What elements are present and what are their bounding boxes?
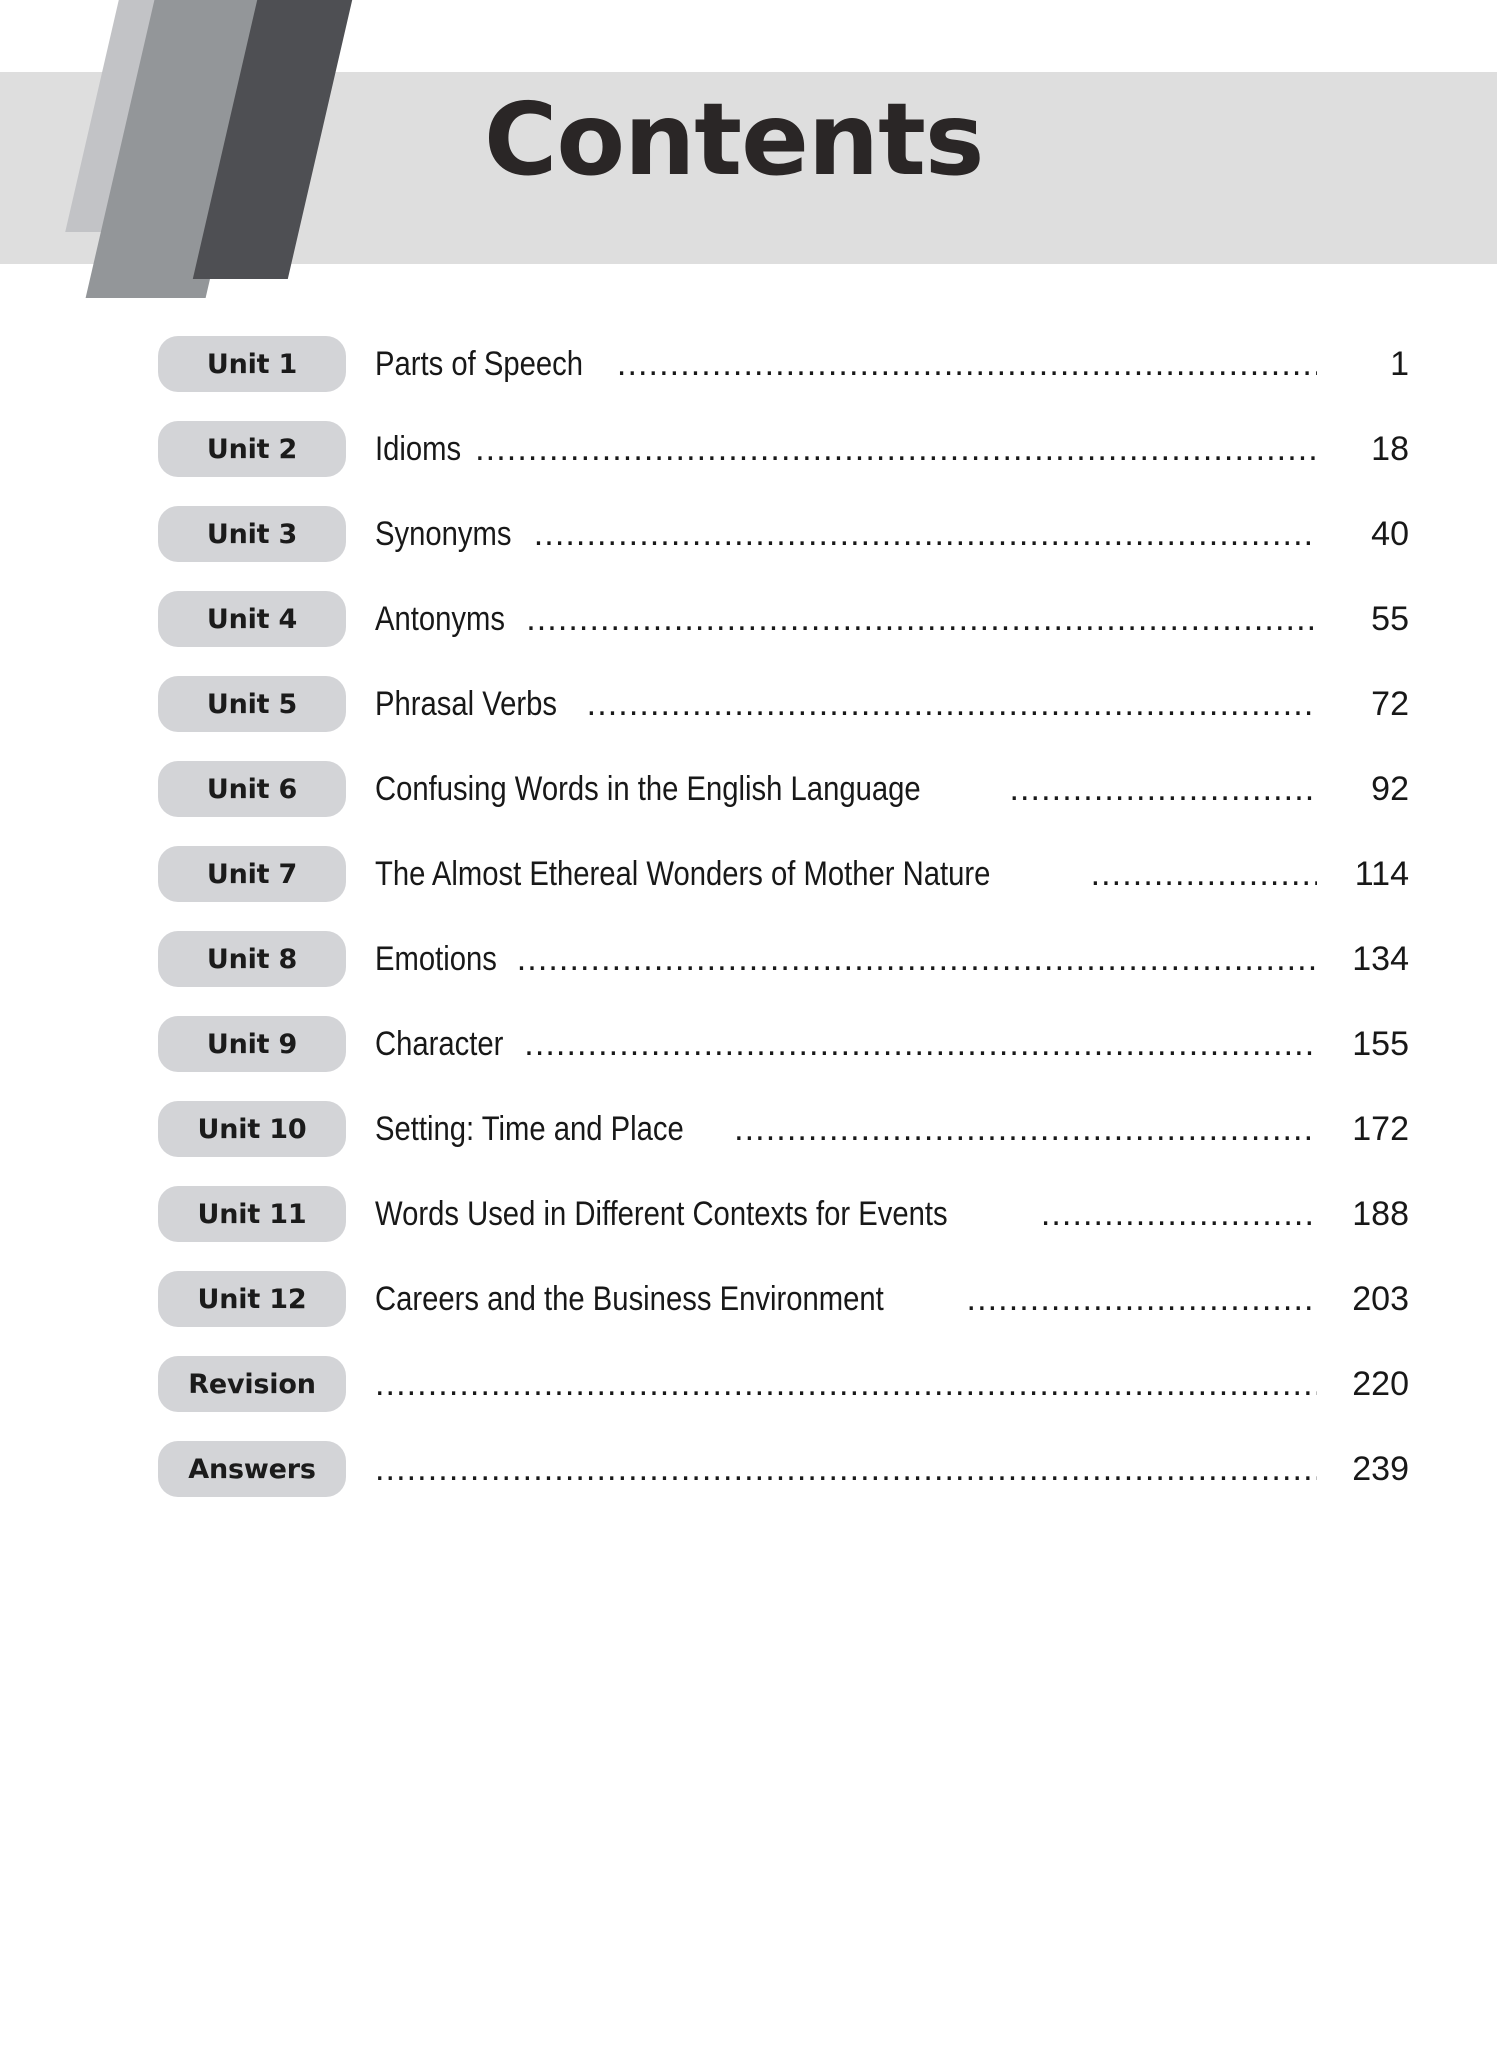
page-title: Contents	[484, 81, 984, 198]
unit-badge-label: Unit 3	[206, 518, 298, 550]
toc-entry[interactable]: Parts of Speech.........................…	[375, 345, 1497, 383]
unit-badge[interactable]: Unit 5	[158, 676, 346, 732]
toc-entry[interactable]: Synonyms................................…	[375, 515, 1497, 553]
unit-badge-label: Unit 9	[206, 1028, 298, 1060]
toc-entry[interactable]: ........................................…	[375, 1365, 1497, 1403]
toc-row[interactable]: Revision................................…	[0, 1356, 1497, 1412]
toc-page-number: 18	[1371, 430, 1409, 468]
toc-entry-title: Emotions	[375, 940, 497, 978]
toc-entry[interactable]: Character...............................…	[375, 1025, 1497, 1063]
toc-entry[interactable]: Confusing Words in the English Language.…	[375, 770, 1497, 808]
toc-row[interactable]: Unit 12 Careers and the Business Environm…	[0, 1271, 1497, 1327]
toc-entry[interactable]: Emotions................................…	[375, 940, 1497, 978]
toc-entry-title: Antonyms	[375, 600, 506, 638]
toc-row[interactable]: Answers.................................…	[0, 1441, 1497, 1497]
toc-entry[interactable]: Words Used in Different Contexts for Eve…	[375, 1195, 1497, 1233]
toc-page-number: 40	[1371, 515, 1409, 553]
unit-badge-label: Unit 8	[206, 943, 298, 975]
toc-page-number: 239	[1352, 1450, 1409, 1488]
toc-page-number: 72	[1371, 685, 1409, 723]
toc-entry-title: Setting: Time and Place	[375, 1110, 684, 1148]
dot-leader: ........................................…	[533, 515, 1317, 553]
toc-entry-title: Careers and the Business Environment	[375, 1280, 884, 1318]
dot-leader: ........................................…	[616, 345, 1317, 383]
unit-badge[interactable]: Unit 2	[158, 421, 346, 477]
unit-badge[interactable]: Unit 4	[158, 591, 346, 647]
toc-row[interactable]: Unit 1 Parts of Speech...................…	[0, 336, 1497, 392]
toc-entry[interactable]: Idioms..................................…	[375, 430, 1497, 468]
toc-page-number: 55	[1371, 600, 1409, 638]
unit-badge[interactable]: Unit 9	[158, 1016, 346, 1072]
toc-row[interactable]: Unit 10 Setting: Time and Place..........…	[0, 1101, 1497, 1157]
dot-leader: ........................................…	[516, 940, 1317, 978]
unit-badge[interactable]: Unit 8	[158, 931, 346, 987]
toc-row[interactable]: Unit 9 Character.........................…	[0, 1016, 1497, 1072]
unit-badge-label: Unit 1	[206, 348, 298, 380]
dot-leader: ........................................…	[1009, 770, 1317, 808]
dot-leader: ........................................…	[526, 600, 1317, 638]
toc-page-number: 220	[1352, 1365, 1409, 1403]
toc-entry-title: Character	[375, 1025, 504, 1063]
toc-page-number: 92	[1371, 770, 1409, 808]
unit-badge-label: Unit 7	[206, 858, 298, 890]
dot-leader: ........................................…	[375, 1450, 1317, 1488]
toc-entry-title: Phrasal Verbs	[375, 685, 558, 723]
dot-leader: ........................................…	[586, 685, 1317, 723]
dot-leader: ........................................…	[734, 1110, 1317, 1148]
toc-row[interactable]: Unit 2 Idioms............................…	[0, 421, 1497, 477]
unit-badge-label: Unit 10	[197, 1113, 307, 1145]
unit-badge-label: Revision	[188, 1368, 316, 1400]
toc-page-number: 203	[1352, 1280, 1409, 1318]
unit-badge-label: Unit 2	[206, 433, 298, 465]
unit-badge[interactable]: Unit 7	[158, 846, 346, 902]
toc-entry[interactable]: Phrasal Verbs...........................…	[375, 685, 1497, 723]
toc-entry[interactable]: Setting: Time and Place.................…	[375, 1110, 1497, 1148]
unit-badge-label: Unit 6	[206, 773, 298, 805]
unit-badge-label: Unit 4	[206, 603, 298, 635]
unit-badge[interactable]: Unit 11	[158, 1186, 346, 1242]
unit-badge-label: Unit 12	[197, 1283, 307, 1315]
toc-row[interactable]: Unit 6 Confusing Words in the English Lan…	[0, 761, 1497, 817]
table-of-contents: Unit 1 Parts of Speech...................…	[0, 336, 1497, 1526]
toc-row[interactable]: Unit 3 Synonyms..........................…	[0, 506, 1497, 562]
dot-leader: ........................................…	[524, 1025, 1317, 1063]
dot-leader: ........................................…	[375, 1365, 1317, 1403]
toc-row[interactable]: Unit 11 Words Used in Different Contexts …	[0, 1186, 1497, 1242]
toc-page-number: 188	[1352, 1195, 1409, 1233]
toc-page-number: 134	[1352, 940, 1409, 978]
toc-page-number: 172	[1352, 1110, 1409, 1148]
unit-badge[interactable]: Unit 6	[158, 761, 346, 817]
toc-entry[interactable]: ........................................…	[375, 1450, 1497, 1488]
unit-badge[interactable]: Answers	[158, 1441, 346, 1497]
toc-entry-title: Confusing Words in the English Language	[375, 770, 921, 808]
dot-leader: ........................................…	[475, 430, 1317, 468]
toc-entry-title: The Almost Ethereal Wonders of Mother Na…	[375, 855, 991, 893]
dot-leader: ........................................…	[1090, 855, 1317, 893]
toc-entry-title: Synonyms	[375, 515, 512, 553]
dot-leader: ........................................…	[1040, 1195, 1317, 1233]
toc-row[interactable]: Unit 7 The Almost Ethereal Wonders of Mot…	[0, 846, 1497, 902]
toc-entry[interactable]: The Almost Ethereal Wonders of Mother Na…	[375, 855, 1497, 893]
toc-entry-title: Idioms	[375, 430, 462, 468]
toc-page-number: 114	[1354, 855, 1409, 893]
toc-page-number: 1	[1390, 345, 1409, 383]
unit-badge[interactable]: Unit 10	[158, 1101, 346, 1157]
toc-row[interactable]: Unit 4 Antonyms..........................…	[0, 591, 1497, 647]
unit-badge[interactable]: Unit 1	[158, 336, 346, 392]
toc-row[interactable]: Unit 8 Emotions..........................…	[0, 931, 1497, 987]
unit-badge[interactable]: Revision	[158, 1356, 346, 1412]
toc-entry[interactable]: Antonyms................................…	[375, 600, 1497, 638]
dot-leader: ........................................…	[966, 1280, 1317, 1318]
unit-badge-label: Answers	[188, 1453, 316, 1485]
toc-entry[interactable]: Careers and the Business Environment....…	[375, 1280, 1497, 1318]
toc-page-number: 155	[1352, 1025, 1409, 1063]
toc-entry-title: Words Used in Different Contexts for Eve…	[375, 1195, 948, 1233]
unit-badge-label: Unit 5	[206, 688, 298, 720]
unit-badge[interactable]: Unit 12	[158, 1271, 346, 1327]
unit-badge[interactable]: Unit 3	[158, 506, 346, 562]
unit-badge-label: Unit 11	[197, 1198, 307, 1230]
toc-entry-title: Parts of Speech	[375, 345, 584, 383]
page-header: Contents	[0, 0, 1497, 300]
toc-row[interactable]: Unit 5 Phrasal Verbs.....................…	[0, 676, 1497, 732]
